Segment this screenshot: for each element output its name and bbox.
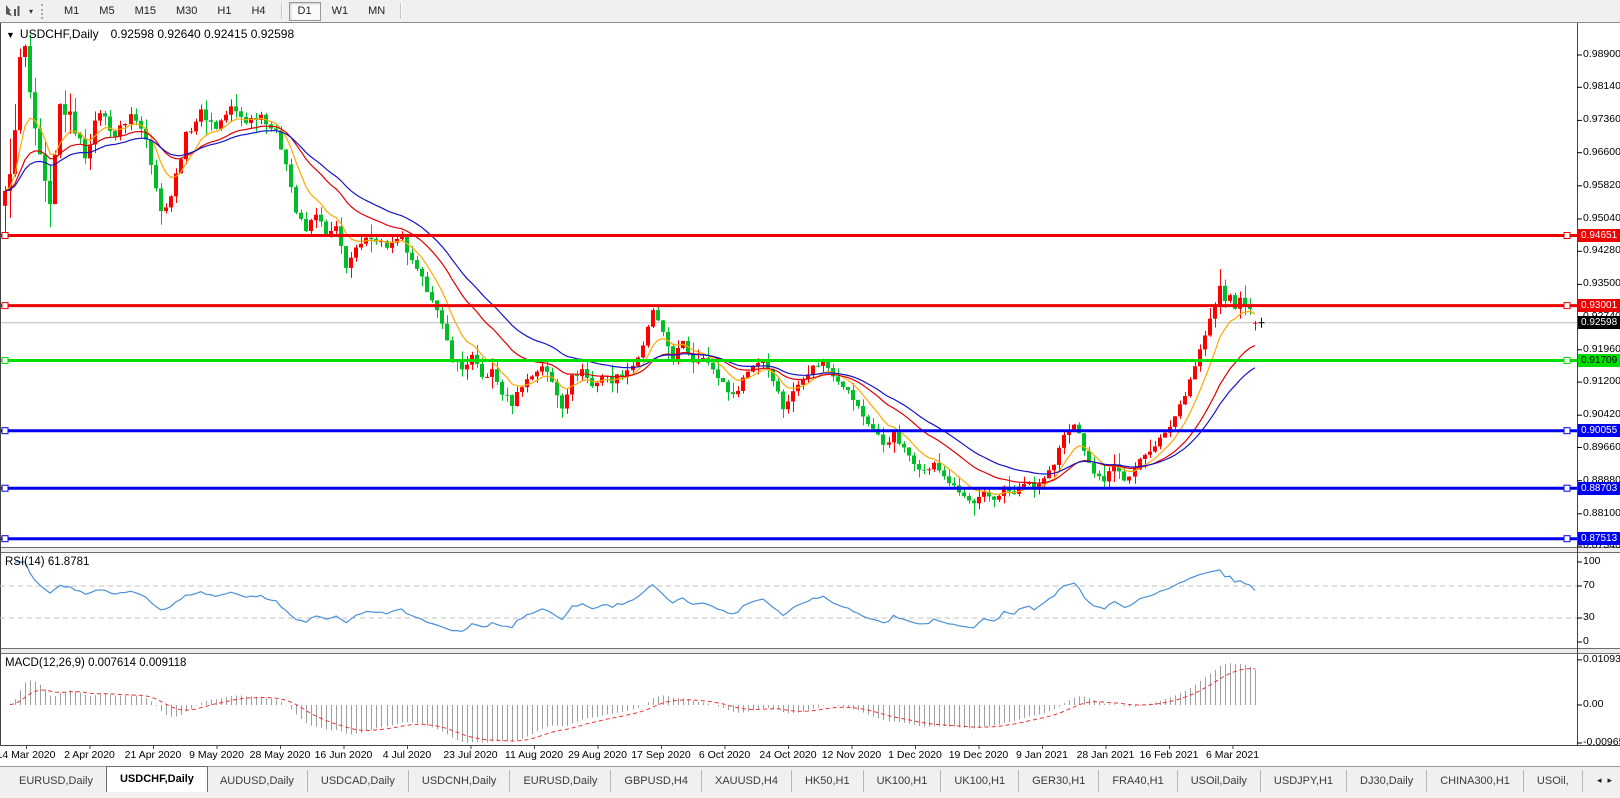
rsi-label: RSI(14) 61.8781 — [5, 556, 89, 568]
timeframe-button-h1[interactable]: H1 — [208, 2, 240, 21]
line-handle[interactable] — [1564, 303, 1570, 309]
chart-tab-usdcnh-daily[interactable]: USDCNH,Daily — [409, 770, 511, 792]
chart-canvas[interactable] — [0, 0, 1620, 798]
chart-tab-usdcad-daily[interactable]: USDCAD,Daily — [308, 770, 409, 792]
timeframe-button-m15[interactable]: M15 — [126, 2, 165, 21]
timeframe-button-m30[interactable]: M30 — [167, 2, 206, 21]
status-strip — [0, 792, 1620, 798]
toolbar-separator — [281, 3, 283, 19]
timeframe-button-h4[interactable]: H4 — [242, 2, 274, 21]
timeframe-button-d1[interactable]: D1 — [289, 2, 321, 21]
line-handle[interactable] — [2, 358, 8, 364]
chart-tab-eurusd-daily[interactable]: EURUSD,Daily — [6, 770, 107, 792]
timeframe-button-m5[interactable]: M5 — [90, 2, 123, 21]
ohlc-values: 0.92598 0.92640 0.92415 0.92598 — [111, 27, 295, 41]
chevron-down-icon[interactable]: ▾ — [24, 7, 38, 16]
chart-tab-usdchf-daily[interactable]: USDCHF,Daily — [106, 766, 208, 792]
tabs-scroll-right-button[interactable]: ▸ — [1607, 775, 1612, 786]
chart-tab-gbpusd-h4[interactable]: GBPUSD,H4 — [611, 770, 702, 792]
chart-tab-xauusd-h4[interactable]: XAUUSD,H4 — [702, 770, 792, 792]
chart-tab-eurusd-daily[interactable]: EURUSD,Daily — [510, 770, 611, 792]
chart-tab-usdjpy-h1[interactable]: USDJPY,H1 — [1261, 770, 1347, 792]
tab-scroll-arrows: ◂ ▸ — [1597, 775, 1620, 792]
chart-tab-hk50-h1[interactable]: HK50,H1 — [792, 770, 864, 792]
chart-tools-icon[interactable] — [2, 3, 24, 19]
toolbar-grip[interactable] — [41, 4, 47, 19]
trading-platform-window: ▾ M1M5M15M30H1H4 D1W1MN ▼ USDCHF,Daily 0.92… — [0, 0, 1620, 798]
timeframe-buttons: M1M5M15M30H1H4 D1W1MN — [54, 2, 407, 21]
chart-tab-dj30-daily[interactable]: DJ30,Daily — [1347, 770, 1427, 792]
line-handle[interactable] — [2, 233, 8, 239]
chart-title: ▼ USDCHF,Daily 0.92598 0.92640 0.92415 0.9… — [6, 27, 294, 41]
line-handle[interactable] — [2, 303, 8, 309]
chart-tab-bar: EURUSD,DailyUSDCHF,DailyAUDUSD,DailyUSDC… — [0, 766, 1620, 792]
chart-tab-usoil-daily[interactable]: USOil,Daily — [1178, 770, 1261, 792]
chart-tab-china300-h1[interactable]: CHINA300,H1 — [1427, 770, 1524, 792]
tabs-scroll-left-button[interactable]: ◂ — [1597, 775, 1602, 786]
chart-tab-usoil-[interactable]: USOil, — [1524, 770, 1583, 792]
timeframe-button-w1[interactable]: W1 — [323, 2, 358, 21]
macd-label: MACD(12,26,9) 0.007614 0.009118 — [5, 657, 186, 669]
symbol-label: USDCHF,Daily — [20, 27, 99, 41]
line-handle[interactable] — [1564, 233, 1570, 239]
line-handle[interactable] — [2, 536, 8, 542]
chart-tab-audusd-daily[interactable]: AUDUSD,Daily — [207, 770, 308, 792]
toolbar-separator — [400, 3, 402, 19]
chart-tabs: EURUSD,DailyUSDCHF,DailyAUDUSD,DailyUSDC… — [0, 766, 1583, 792]
chart-tab-uk100-h1[interactable]: UK100,H1 — [864, 770, 942, 792]
line-handle[interactable] — [1564, 358, 1570, 364]
timeframe-toolbar: ▾ M1M5M15M30H1H4 D1W1MN — [0, 0, 1620, 23]
timeframe-button-m1[interactable]: M1 — [55, 2, 88, 21]
line-handle[interactable] — [1564, 485, 1570, 491]
line-handle[interactable] — [1564, 536, 1570, 542]
chart-tab-uk100-h1[interactable]: UK100,H1 — [941, 770, 1019, 792]
timeframe-button-mn[interactable]: MN — [359, 2, 394, 21]
chart-tab-fra40-h1[interactable]: FRA40,H1 — [1099, 770, 1177, 792]
line-handle[interactable] — [2, 485, 8, 491]
line-handle[interactable] — [1564, 428, 1570, 434]
chart-tools-icon-glyph — [5, 4, 21, 18]
line-handle[interactable] — [2, 428, 8, 434]
chart-tab-ger30-h1[interactable]: GER30,H1 — [1019, 770, 1099, 792]
collapse-caret-icon[interactable]: ▼ — [6, 30, 15, 40]
